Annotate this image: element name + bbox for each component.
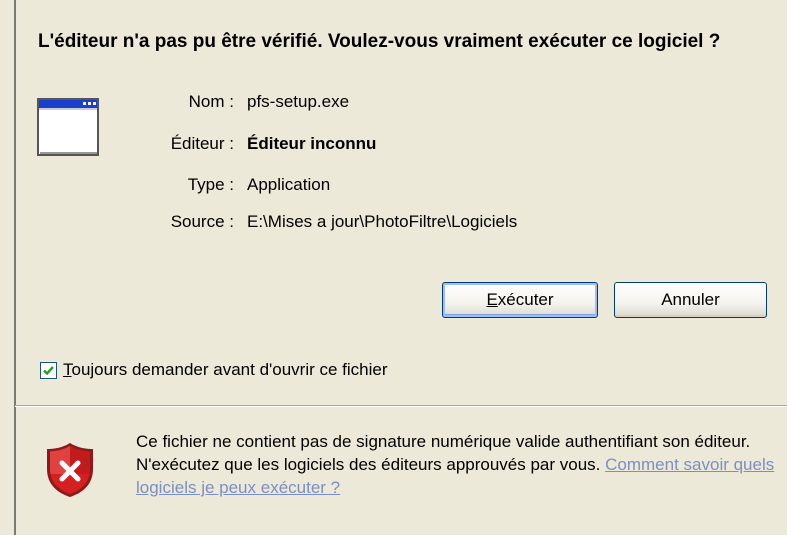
type-value: Application bbox=[247, 175, 331, 194]
separator-highlight bbox=[15, 406, 787, 407]
publisher-value: Éditeur inconnu bbox=[247, 134, 377, 153]
run-button-label: xécuter bbox=[497, 290, 554, 309]
cancel-button-label: Annuler bbox=[661, 290, 720, 309]
source-label: Source : bbox=[170, 212, 234, 231]
publisher-label: Éditeur : bbox=[170, 134, 234, 153]
always-ask-label[interactable]: Toujours demander avant d'ouvrir ce fich… bbox=[63, 360, 388, 380]
name-value: pfs-setup.exe bbox=[247, 92, 350, 111]
name-label: Nom : bbox=[188, 92, 234, 111]
dialog-left-border bbox=[14, 0, 16, 535]
cancel-button[interactable]: Annuler bbox=[614, 282, 767, 318]
always-ask-checkbox[interactable] bbox=[40, 361, 57, 379]
security-warning-dialog: L'éditeur n'a pas pu être vérifié. Voule… bbox=[0, 0, 787, 535]
run-button-accelerator: E bbox=[486, 290, 498, 309]
dialog-headline: L'éditeur n'a pas pu être vérifié. Voule… bbox=[38, 31, 721, 52]
warning-message: Ce fichier ne contient pas de signature … bbox=[136, 430, 776, 499]
always-ask-label-text: oujours demander avant d'ouvrir ce fichi… bbox=[71, 360, 388, 379]
type-label: Type : bbox=[187, 175, 234, 194]
checkmark-icon bbox=[43, 365, 54, 375]
security-shield-error-icon bbox=[47, 443, 93, 497]
always-ask-label-accelerator: T bbox=[63, 360, 72, 379]
source-value: E:\Mises a jour\PhotoFiltre\Logiciels bbox=[247, 212, 518, 231]
always-ask-option: Toujours demander avant d'ouvrir ce fich… bbox=[40, 360, 388, 380]
run-button[interactable]: Exécuter bbox=[442, 282, 598, 318]
